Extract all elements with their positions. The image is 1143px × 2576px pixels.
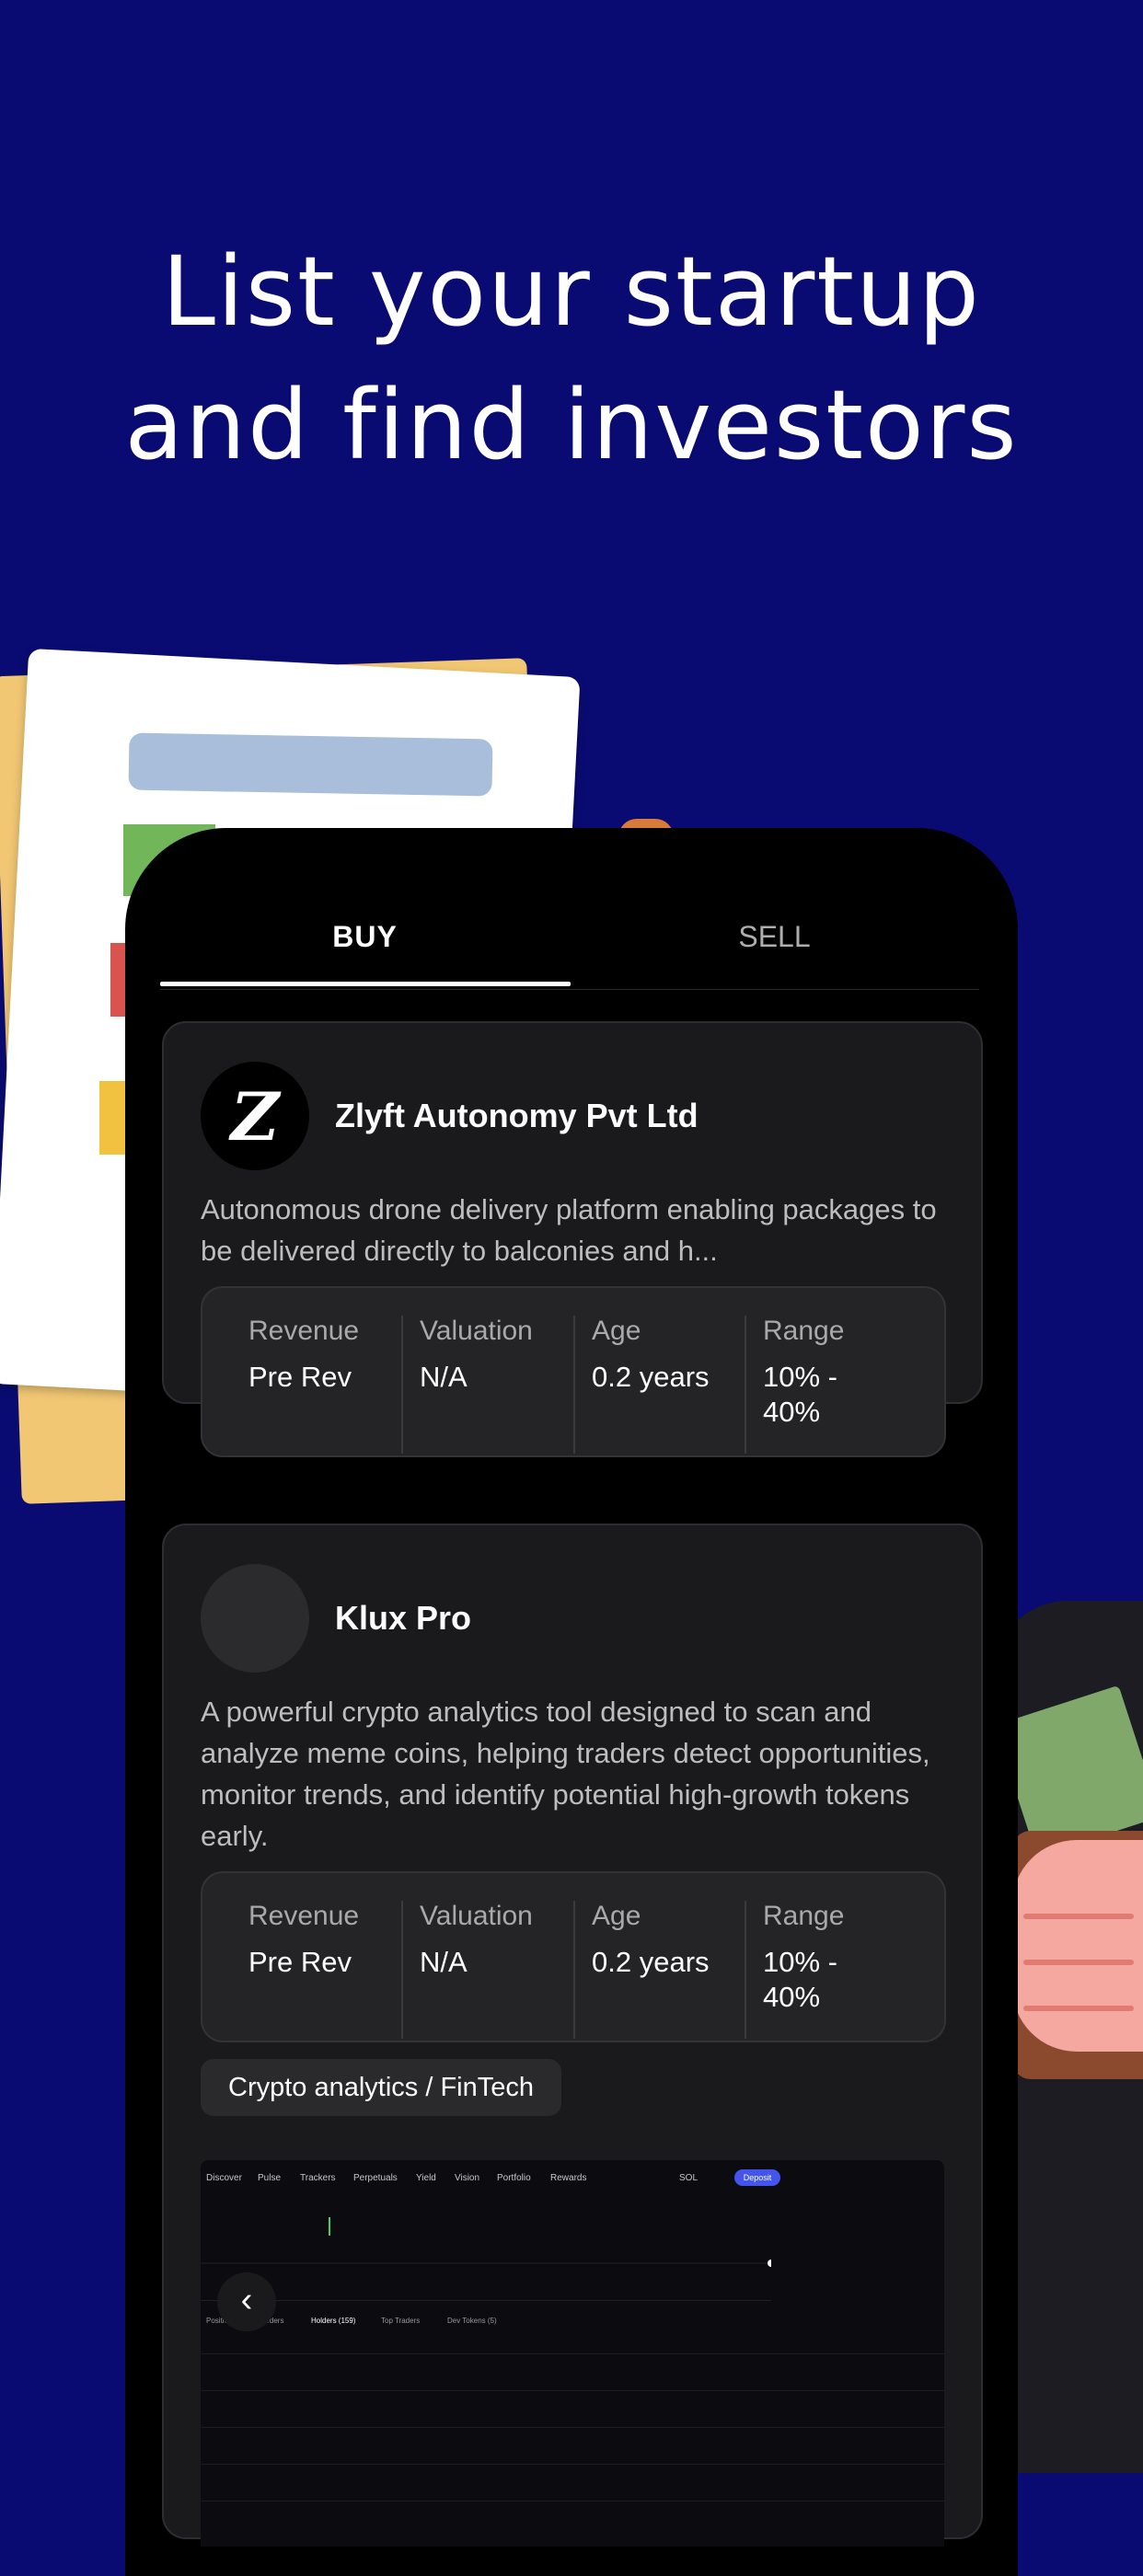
screenshot-currency: SOL [679, 2173, 698, 2183]
screenshot-chart-svg [201, 2217, 775, 2267]
phone-mockup: BUY SELL Z Zlyft Autonomy Pvt Ltd Autono… [125, 828, 1018, 2576]
category-tag[interactable]: Crypto analytics / FinTech [201, 2059, 562, 2116]
active-tab-indicator [160, 982, 571, 986]
screenshot-nav-item: Portfolio [497, 2173, 531, 2183]
document-bar-illustration [128, 732, 493, 797]
metric-age: Age 0.2 years [592, 1316, 763, 1395]
metric-revenue: Revenue Pre Rev [248, 1901, 420, 1980]
tab-buy[interactable]: BUY [160, 920, 570, 954]
metric-value: Pre Rev [248, 1946, 352, 1978]
screenshot-nav-item: Rewards [550, 2173, 587, 2183]
metric-value: Pre Rev [248, 1361, 352, 1393]
logo-letter: Z [230, 1076, 280, 1156]
screenshot-nav-item: Yield [416, 2173, 436, 2183]
metric-label: Age [592, 1316, 641, 1346]
metric-valuation: Valuation N/A [420, 1901, 591, 1980]
headline-line-1: List your startup [162, 236, 981, 348]
metric-label: Valuation [420, 1316, 533, 1346]
metric-value: N/A [420, 1361, 468, 1393]
metric-value: 10% - 40% [763, 1361, 837, 1428]
company-description: A powerful crypto analytics tool designe… [201, 1696, 930, 1852]
metric-label: Revenue [248, 1316, 360, 1346]
metric-label: Age [592, 1901, 641, 1931]
screenshot-nav-item: Pulse [258, 2173, 282, 2183]
metric-label: Range [763, 1901, 845, 1931]
hand-finger-line [1023, 2006, 1134, 2011]
company-name: Zlyft Autonomy Pvt Ltd [335, 1097, 698, 1134]
screenshot-row [201, 2427, 944, 2428]
company-name: Klux Pro [335, 1599, 472, 1637]
metric-value: 0.2 years [592, 1946, 710, 1978]
buy-sell-tabs: BUY SELL [160, 828, 979, 990]
metric-value: N/A [420, 1946, 468, 1978]
metric-range: Range 10% - 40% [763, 1316, 883, 1430]
hand-finger-line [1023, 1914, 1134, 1919]
screenshot-row [201, 2464, 944, 2465]
metric-range: Range 10% - 40% [763, 1901, 883, 2015]
back-button[interactable]: ‹ [217, 2272, 276, 2331]
metric-value: 0.2 years [592, 1361, 710, 1393]
screenshot-tab: Top Traders [381, 2317, 421, 2325]
screenshot-tab: Dev Tokens (5) [447, 2317, 497, 2325]
product-screenshot[interactable]: Discover Pulse Trackers Perpetuals Yield… [201, 2160, 944, 2547]
divider [745, 1901, 746, 2039]
metric-valuation: Valuation N/A [420, 1316, 591, 1395]
screenshot-nav-item: Vision [455, 2173, 480, 2183]
listing-card[interactable]: Z Zlyft Autonomy Pvt Ltd Autonomous dron… [162, 1021, 983, 1457]
company-description: Autonomous drone delivery platform enabl… [201, 1193, 937, 1267]
screenshot-nav-item: Discover [206, 2173, 242, 2183]
metrics-panel: Revenue Pre Rev Valuation N/A Age 0.2 ye… [201, 1286, 946, 1457]
company-logo-placeholder [201, 1564, 309, 1673]
metrics-panel: Revenue Pre Rev Valuation N/A Age 0.2 ye… [201, 1871, 946, 2042]
metric-age: Age 0.2 years [592, 1901, 763, 1980]
divider [401, 1316, 403, 1454]
company-logo: Z [201, 1062, 309, 1170]
screenshot-row [201, 2390, 944, 2391]
metric-label: Valuation [420, 1901, 533, 1931]
metric-revenue: Revenue Pre Rev [248, 1316, 420, 1395]
screenshot-nav: Discover Pulse Trackers Perpetuals Yield… [201, 2160, 944, 2197]
listing-card[interactable]: Klux Pro A powerful crypto analytics too… [162, 1524, 983, 2547]
metric-value: 10% - 40% [763, 1946, 837, 2013]
metric-label: Range [763, 1316, 845, 1346]
divider [745, 1316, 746, 1454]
headline: List your startup and find investors [0, 225, 1143, 492]
hand-finger-line [1023, 1960, 1134, 1965]
headline-line-2: and find investors [124, 369, 1019, 481]
divider [573, 1901, 575, 2039]
screenshot-chart [201, 2208, 775, 2301]
hand-illustration [1012, 1840, 1143, 2052]
tab-sell[interactable]: SELL [570, 920, 979, 954]
screenshot-nav-item: Perpetuals [353, 2173, 398, 2183]
screenshot-deposit-button: Deposit [734, 2169, 780, 2186]
metric-label: Revenue [248, 1901, 360, 1931]
screenshot-row [201, 2353, 944, 2354]
screenshot-tab: Holders (159) [311, 2317, 356, 2325]
divider [573, 1316, 575, 1454]
divider [401, 1901, 403, 2039]
screenshot-nav-item: Trackers [300, 2173, 336, 2183]
